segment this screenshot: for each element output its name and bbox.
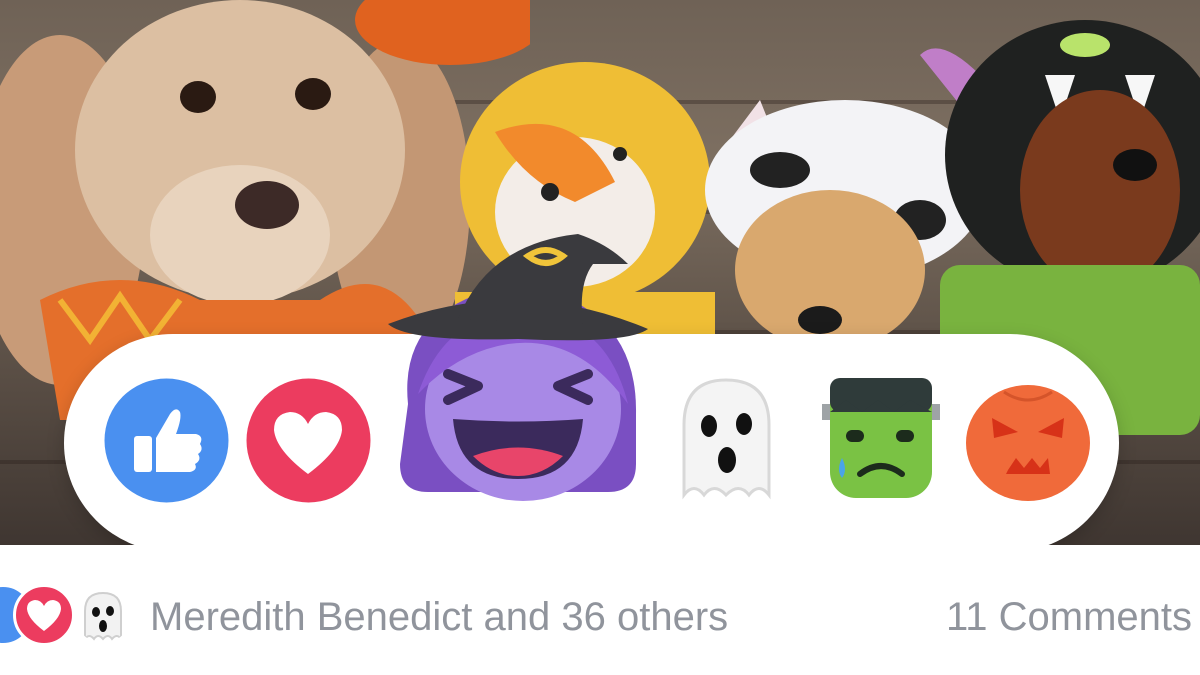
mini-heart-icon: [13, 584, 75, 646]
comments-count[interactable]: 11 Comments: [946, 593, 1200, 641]
reactors-summary[interactable]: Meredith Benedict and 36 others: [150, 593, 728, 641]
heart-icon: [246, 378, 371, 503]
angry-pumpkin-icon: [966, 385, 1090, 501]
thumbs-up-icon: [104, 378, 229, 503]
reaction-sad[interactable]: [816, 374, 946, 504]
reaction-like[interactable]: [104, 378, 229, 503]
reaction-wow[interactable]: [664, 370, 789, 505]
ghost-icon: [682, 378, 771, 500]
frankenstein-icon: [822, 378, 940, 498]
reaction-angry[interactable]: [964, 378, 1092, 503]
reaction-love[interactable]: [246, 378, 371, 503]
mini-ghost-icon: [72, 584, 134, 646]
reaction-picker: [64, 234, 1119, 552]
reaction-haha[interactable]: [378, 224, 658, 504]
witch-laughing-icon: [388, 234, 648, 501]
